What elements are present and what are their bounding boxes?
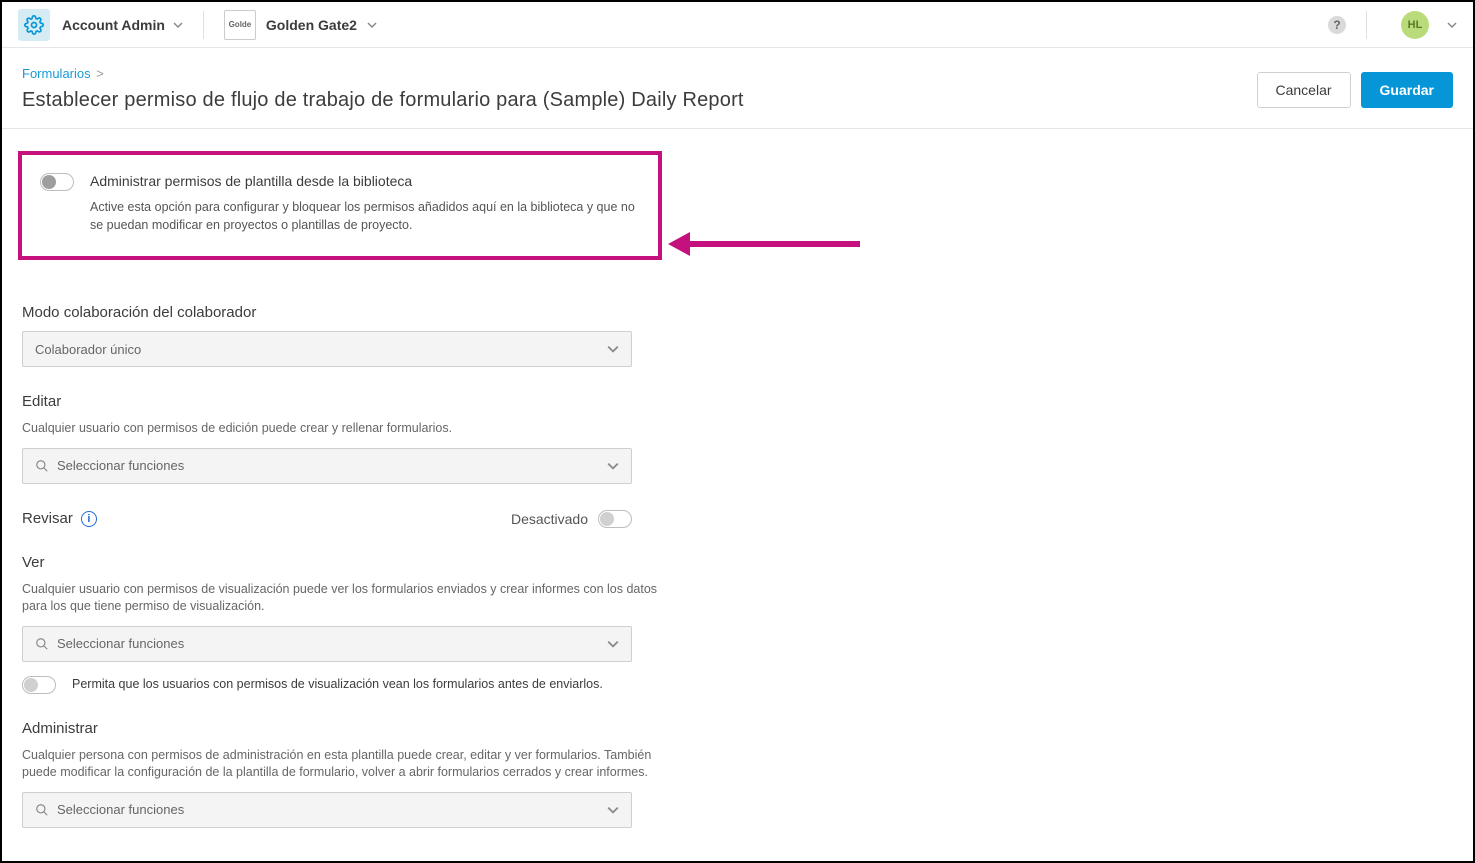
view-section-label: Ver	[22, 554, 662, 571]
view-section-desc: Cualquier usuario con permisos de visual…	[22, 581, 662, 616]
page-title: Establecer permiso de flujo de trabajo d…	[22, 89, 744, 112]
user-avatar[interactable]: HL	[1401, 11, 1429, 39]
cancel-button[interactable]: Cancelar	[1257, 72, 1351, 108]
review-section-label: Revisar	[22, 510, 73, 527]
chevron-down-icon	[607, 638, 619, 650]
page-header: Formularios > Establecer permiso de fluj…	[2, 48, 1473, 129]
annotation-arrow	[668, 232, 860, 256]
view-roles-placeholder: Seleccionar funciones	[57, 636, 607, 651]
info-icon[interactable]: i	[81, 511, 97, 527]
project-thumb: Golde	[224, 10, 256, 40]
collab-mode-label: Modo colaboración del colaborador	[22, 304, 662, 321]
admin-roles-placeholder: Seleccionar funciones	[57, 802, 607, 817]
edit-section-label: Editar	[22, 393, 662, 410]
admin-section-label: Administrar	[22, 720, 662, 737]
chevron-down-icon	[607, 804, 619, 816]
manage-template-permissions-toggle[interactable]	[40, 173, 74, 191]
review-toggle[interactable]	[598, 510, 632, 528]
chevron-down-icon	[607, 460, 619, 472]
view-allow-before-send-toggle[interactable]	[22, 676, 56, 694]
collab-mode-select[interactable]: Colaborador único	[22, 331, 632, 367]
toggle-knob	[42, 175, 56, 189]
top-bar: Account Admin Golde Golden Gate2 ? HL	[2, 2, 1473, 48]
project-name: Golden Gate2	[266, 17, 357, 33]
search-icon	[35, 459, 49, 473]
manage-template-permissions-desc: Active esta opción para configurar y blo…	[90, 199, 640, 234]
divider	[203, 11, 204, 39]
breadcrumb-sep: >	[96, 66, 104, 81]
chevron-down-icon	[607, 343, 619, 355]
edit-roles-select[interactable]: Seleccionar funciones	[22, 448, 632, 484]
project-dropdown[interactable]: Golde Golden Gate2	[224, 10, 377, 40]
help-icon[interactable]: ?	[1328, 16, 1346, 34]
breadcrumb-root-link[interactable]: Formularios	[22, 66, 91, 81]
edit-section-desc: Cualquier usuario con permisos de edició…	[22, 420, 662, 438]
manage-template-permissions-box: Administrar permisos de plantilla desde …	[18, 151, 662, 260]
user-menu-caret-icon[interactable]	[1447, 20, 1457, 30]
search-icon	[35, 803, 49, 817]
breadcrumb: Formularios >	[22, 66, 744, 81]
view-allow-before-send-desc: Permita que los usuarios con permisos de…	[72, 676, 603, 694]
edit-roles-placeholder: Seleccionar funciones	[57, 458, 607, 473]
collab-mode-value: Colaborador único	[35, 342, 607, 357]
review-state-label: Desactivado	[511, 511, 588, 527]
admin-section-desc: Cualquier persona con permisos de admini…	[22, 747, 662, 782]
save-button[interactable]: Guardar	[1361, 72, 1453, 108]
search-icon	[35, 637, 49, 651]
chevron-down-icon	[173, 20, 183, 30]
admin-scope-dropdown[interactable]: Account Admin	[62, 17, 183, 33]
manage-template-permissions-title: Administrar permisos de plantilla desde …	[90, 173, 640, 189]
divider	[1366, 11, 1367, 39]
admin-scope-label: Account Admin	[62, 17, 165, 33]
view-roles-select[interactable]: Seleccionar funciones	[22, 626, 632, 662]
chevron-down-icon	[367, 20, 377, 30]
admin-roles-select[interactable]: Seleccionar funciones	[22, 792, 632, 828]
admin-gear-icon[interactable]	[18, 9, 50, 41]
